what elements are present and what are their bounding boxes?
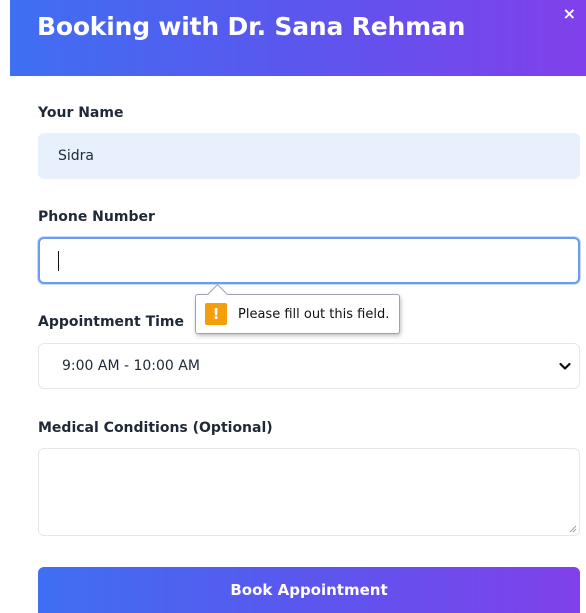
- medical-conditions-label: Medical Conditions (Optional): [38, 420, 273, 436]
- text-caret: [58, 250, 59, 271]
- appointment-time-selected: 9:00 AM - 10:00 AM: [62, 358, 200, 374]
- validation-tooltip: ! Please fill out this field.: [195, 283, 401, 334]
- phone-label: Phone Number: [38, 209, 155, 225]
- name-input-value: Sidra: [58, 148, 94, 164]
- book-appointment-button[interactable]: Book Appointment: [38, 567, 580, 613]
- warning-icon: !: [205, 303, 227, 325]
- name-label: Your Name: [38, 105, 124, 121]
- name-input[interactable]: Sidra: [38, 133, 580, 179]
- tooltip-arrow: [206, 283, 229, 306]
- close-icon[interactable]: ×: [563, 6, 576, 22]
- resize-grip-icon[interactable]: [568, 524, 577, 533]
- modal-title: Booking with Dr. Sana Rehman: [37, 12, 466, 41]
- phone-input[interactable]: [38, 237, 580, 284]
- validation-message: Please fill out this field.: [238, 306, 390, 322]
- medical-conditions-textarea[interactable]: [38, 448, 580, 536]
- chevron-down-icon: [559, 362, 571, 370]
- appointment-time-select[interactable]: 9:00 AM - 10:00 AM: [38, 343, 580, 389]
- modal-header: Booking with Dr. Sana Rehman ×: [10, 0, 586, 76]
- appointment-time-label: Appointment Time: [38, 314, 185, 330]
